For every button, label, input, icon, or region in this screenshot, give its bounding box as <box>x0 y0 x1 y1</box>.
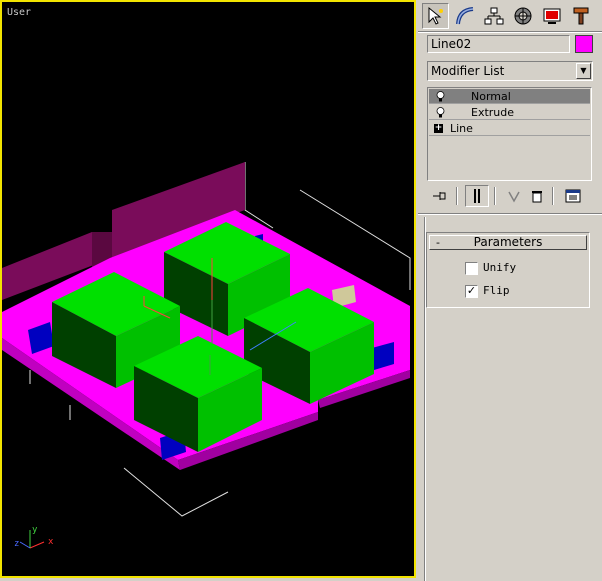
remove-modifier-button[interactable] <box>525 185 549 207</box>
modifier-list-label: Modifier List <box>431 64 505 78</box>
scene-render <box>2 162 411 549</box>
axis-y-label: y <box>32 525 38 535</box>
trash-icon <box>532 191 542 203</box>
make-unique-button[interactable] <box>502 185 526 207</box>
cursor-star-icon <box>428 6 443 25</box>
stack-item-line[interactable]: + Line <box>429 121 590 136</box>
motion-tab[interactable] <box>509 3 536 29</box>
utilities-tab[interactable] <box>567 3 594 29</box>
flip-label: Flip <box>483 284 510 297</box>
parameters-rollout-header[interactable]: - Parameters <box>429 235 587 250</box>
modifier-stack[interactable]: Normal Extrude + Line <box>427 87 592 181</box>
command-tabs <box>418 0 602 32</box>
pin-stack-button[interactable] <box>428 185 452 207</box>
configure-icon <box>565 189 581 203</box>
tab-separator <box>418 31 602 33</box>
unify-label: Unify <box>483 261 517 274</box>
show-end-result-button[interactable] <box>465 185 489 207</box>
viewport-user[interactable]: User x y z <box>0 0 416 578</box>
viewport-label[interactable]: User <box>7 7 31 18</box>
axis-x-label: x <box>48 537 54 547</box>
modifier-list-dropdown[interactable]: Modifier List ▼ <box>427 61 593 81</box>
stack-item-label: Line <box>450 122 473 135</box>
toolbar-separator <box>418 213 602 215</box>
expand-plus-icon[interactable]: + <box>434 124 443 133</box>
unify-checkbox[interactable] <box>465 262 478 275</box>
create-tab[interactable] <box>422 3 449 29</box>
rollout-title: Parameters <box>473 235 543 249</box>
modify-tab[interactable] <box>451 3 478 29</box>
make-unique-icon <box>508 191 520 203</box>
command-panel: Line02 Modifier List ▼ Normal Extrude + … <box>418 0 602 581</box>
stack-item-label: Normal <box>471 90 511 103</box>
hammer-icon <box>573 7 588 25</box>
object-color-swatch[interactable] <box>575 35 593 53</box>
lightbulb-icon[interactable] <box>436 91 445 102</box>
bend-arc-icon <box>455 7 473 25</box>
motion-wheel-icon <box>514 7 531 25</box>
stack-item-label: Extrude <box>471 106 515 119</box>
axis-z-label: z <box>14 539 20 549</box>
parameters-rollout: - Parameters Unify ✓ Flip <box>426 232 590 308</box>
configure-sets-button[interactable] <box>561 185 585 207</box>
object-name-field[interactable]: Line02 <box>427 35 570 53</box>
flip-checkbox[interactable]: ✓ <box>465 285 478 298</box>
hierarchy-icon <box>484 7 503 25</box>
hierarchy-tab[interactable] <box>480 3 507 29</box>
pin-icon <box>433 192 446 200</box>
end-result-icon <box>474 189 480 203</box>
stack-item-normal[interactable]: Normal <box>429 89 590 104</box>
stack-toolbar <box>418 185 602 207</box>
display-tab[interactable] <box>538 3 565 29</box>
chevron-down-icon[interactable]: ▼ <box>576 63 591 79</box>
stack-item-extrude[interactable]: Extrude <box>429 105 590 120</box>
lightbulb-icon[interactable] <box>436 107 445 118</box>
monitor-icon <box>543 8 560 24</box>
